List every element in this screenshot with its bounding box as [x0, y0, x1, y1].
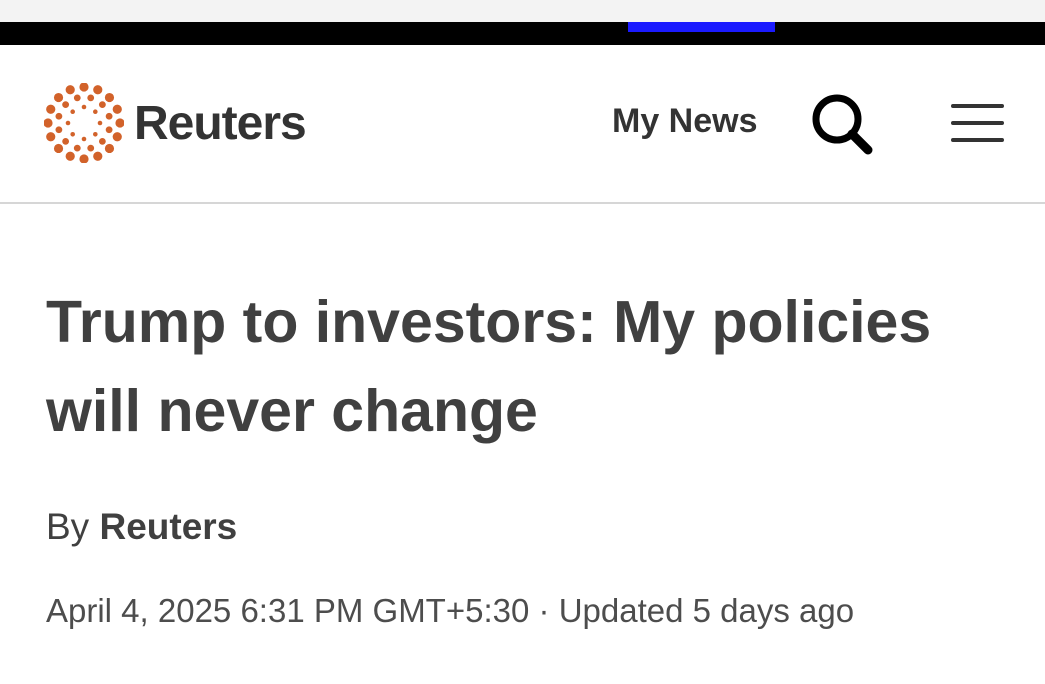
logo-dot — [44, 118, 53, 128]
logo-dot — [62, 101, 70, 109]
byline-author-link[interactable]: Reuters — [99, 506, 237, 547]
my-news-link[interactable]: My News — [612, 102, 758, 141]
article-headline: Trump to investors: My policies will nev… — [46, 289, 932, 444]
status-strip — [0, 0, 1045, 22]
active-tab-indicator — [628, 22, 775, 32]
hamburger-menu-button[interactable] — [948, 101, 1008, 145]
logo-dot — [70, 109, 75, 114]
logo-dot — [53, 92, 64, 103]
logo-dot — [70, 132, 75, 137]
dateline-separator: · — [538, 592, 550, 629]
logo-dot — [65, 151, 75, 161]
article-dateline: April 4, 2025 6:31 PM GMT+5:30 · Updated… — [46, 592, 854, 630]
logo-dot — [46, 132, 56, 142]
published-date: April 4, 2025 6:31 PM GMT+5:30 — [46, 592, 530, 629]
logo-dot — [46, 104, 56, 114]
logo-dot — [105, 112, 113, 120]
reuters-logo-link[interactable]: Reuters — [44, 83, 307, 163]
logo-dot — [98, 137, 106, 145]
logo-dot — [79, 83, 89, 92]
search-icon — [812, 94, 873, 155]
top-nav-bar — [0, 22, 1045, 45]
logo-dot — [87, 144, 95, 152]
logo-dot — [93, 109, 98, 114]
updated-time: Updated 5 days ago — [558, 592, 855, 629]
logo-dot — [93, 85, 103, 95]
logo-dot — [53, 143, 64, 154]
logo-dot — [55, 112, 63, 120]
logo-dot — [62, 137, 70, 145]
logo-dot — [73, 94, 81, 102]
logo-dot — [65, 85, 75, 95]
logo-dot — [97, 120, 103, 126]
logo-dot — [79, 154, 89, 163]
logo-dot — [112, 132, 122, 142]
logo-dot — [104, 92, 115, 103]
logo-dot — [93, 132, 98, 137]
logo-dot — [112, 104, 122, 114]
byline-prefix: By — [46, 506, 90, 547]
logo-dot — [98, 101, 106, 109]
logo-dot — [81, 136, 87, 142]
logo-dot — [115, 118, 124, 128]
logo-text: Reuters — [134, 96, 307, 150]
logo-dot — [81, 104, 87, 110]
logo-dot — [87, 94, 95, 102]
hamburger-menu-icon — [951, 104, 1004, 142]
site-header: Reuters My News — [0, 45, 1045, 204]
reuters-dot-ring-icon — [44, 83, 124, 163]
search-button[interactable] — [810, 92, 876, 158]
logo-dot — [55, 126, 63, 134]
logo-dot — [93, 151, 103, 161]
logo-dot — [105, 126, 113, 134]
logo-dot — [104, 143, 115, 154]
article-byline: By Reuters — [46, 506, 237, 548]
logo-dot — [73, 144, 81, 152]
logo-dot — [65, 120, 71, 126]
